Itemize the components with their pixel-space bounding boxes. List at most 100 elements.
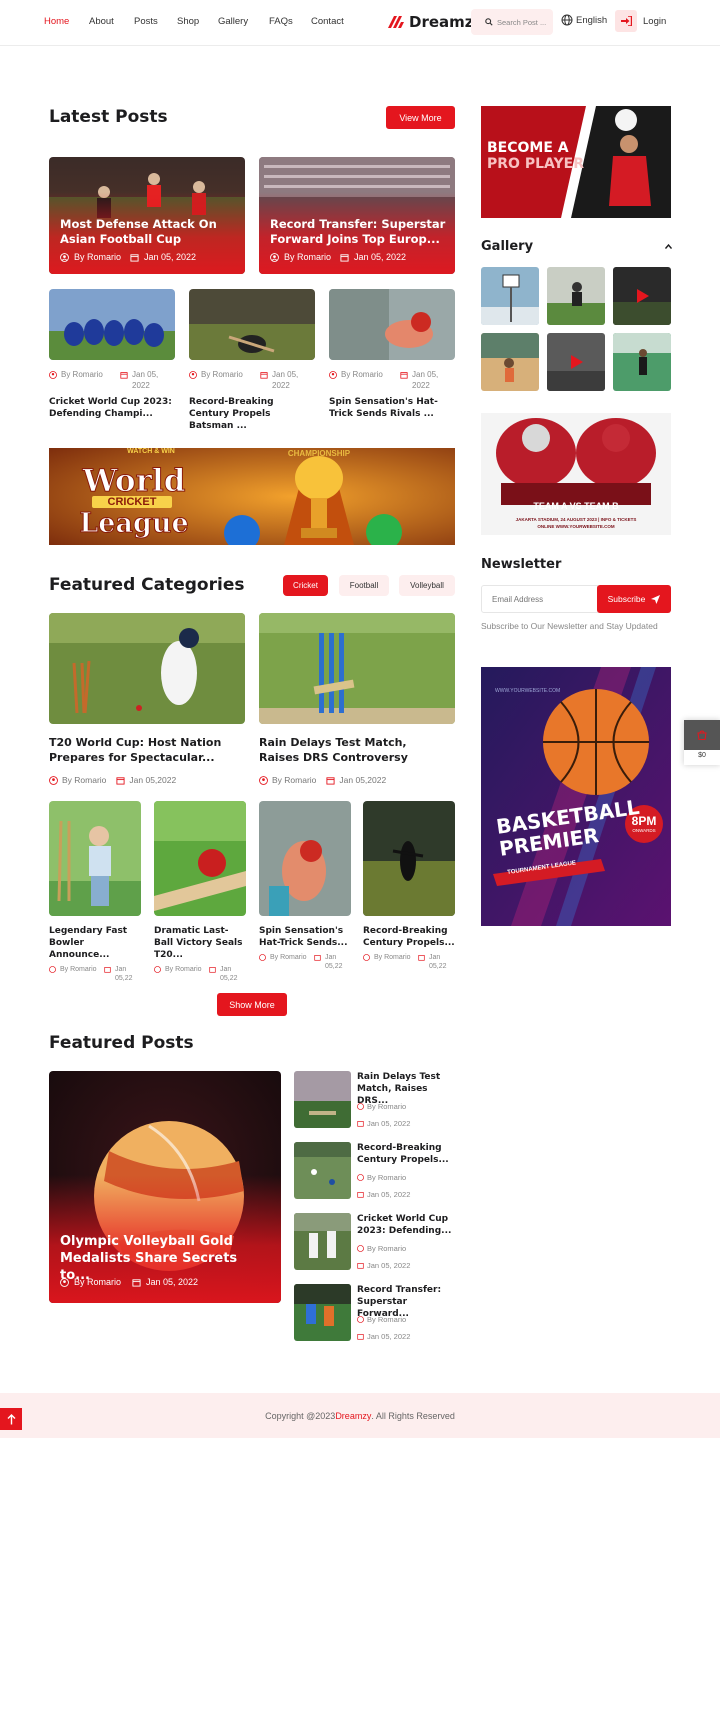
- latest-post-card-2[interactable]: Record Transfer: Superstar Forward Joins…: [259, 157, 455, 274]
- category-post-title[interactable]: Spin Sensation's Hat-Trick Sends...: [259, 925, 351, 949]
- latest-small-card-1[interactable]: By Romario Jan 05, 2022 Cricket World Cu…: [49, 289, 175, 420]
- cricketers-thumb: [294, 1213, 351, 1270]
- category-small-card-1[interactable]: Legendary Fast Bowler Announce... By Rom…: [49, 801, 141, 983]
- team-huddle-image: [49, 289, 175, 360]
- post-meta: By Romario Jan 05, 2022: [189, 369, 315, 391]
- latest-small-card-3[interactable]: By Romario Jan 05, 2022 Spin Sensation's…: [329, 289, 455, 420]
- banner-world-text: World: [82, 463, 186, 499]
- view-more-button[interactable]: View More: [386, 106, 455, 129]
- gallery-image-1[interactable]: [481, 267, 539, 325]
- gallery-video-2[interactable]: [547, 333, 605, 391]
- language-label: English: [576, 14, 608, 26]
- gallery-image-4[interactable]: [613, 333, 671, 391]
- nav-faqs[interactable]: FAQs: [269, 16, 293, 27]
- category-post-title[interactable]: Legendary Fast Bowler Announce...: [49, 925, 141, 961]
- basketball-premier-ad[interactable]: WWW.YOURWEBSITE.COM BASKETBALL PREMIER T…: [481, 667, 671, 926]
- subscribe-button[interactable]: Subscribe: [597, 585, 671, 613]
- featured-list-title[interactable]: Cricket World Cup 2023: Defending...: [357, 1213, 455, 1237]
- show-more-button[interactable]: Show More: [217, 993, 287, 1016]
- tab-volleyball[interactable]: Volleyball: [399, 575, 455, 596]
- language-selector[interactable]: English: [561, 14, 607, 26]
- category-small-card-4[interactable]: Record-Breaking Century Propels... By Ro…: [363, 801, 455, 971]
- featured-list-item-3[interactable]: Cricket World Cup 2023: Defending... By …: [294, 1213, 456, 1273]
- post-author: By Romario: [367, 1315, 407, 1324]
- ad-onwards-text: ONWARDS: [632, 828, 656, 833]
- post-title[interactable]: Record-Breaking Century Propels Batsman …: [189, 396, 315, 432]
- back-to-top-button[interactable]: [0, 1408, 22, 1430]
- latest-post-meta: By Romario Jan 05, 2022: [270, 252, 406, 262]
- category-small-card-3[interactable]: Spin Sensation's Hat-Trick Sends... By R…: [259, 801, 351, 971]
- category-post-title[interactable]: Dramatic Last-Ball Victory Seals T20...: [154, 925, 246, 961]
- calendar-icon: [357, 1192, 364, 1198]
- latest-post-title[interactable]: Record Transfer: Superstar Forward Joins…: [270, 217, 450, 246]
- user-icon: [49, 371, 57, 379]
- copyright-prefix: Copyright @2023: [265, 1410, 336, 1421]
- featured-list-item-2[interactable]: Record-Breaking Century Propels... By Ro…: [294, 1142, 456, 1202]
- gallery-image-3[interactable]: [481, 333, 539, 391]
- chevron-up-icon[interactable]: [665, 244, 672, 249]
- featured-categories-title: Featured Categories: [49, 575, 245, 595]
- featured-list-item-4[interactable]: Record Transfer: Superstar Forward... By…: [294, 1284, 456, 1344]
- user-icon: [60, 252, 69, 262]
- category-card-2[interactable]: Rain Delays Test Match, Raises DRS Contr…: [259, 613, 455, 785]
- post-author: By Romario: [74, 1277, 122, 1287]
- category-small-card-2[interactable]: Dramatic Last-Ball Victory Seals T20... …: [154, 801, 246, 983]
- tab-cricket[interactable]: Cricket: [283, 575, 328, 596]
- category-post-title[interactable]: Record-Breaking Century Propels...: [363, 925, 455, 949]
- calendar-icon: [400, 372, 408, 379]
- post-meta: By Romario Jan 05,2022: [49, 775, 245, 785]
- post-author: By Romario: [374, 954, 411, 961]
- post-date: Jan 05,2022: [339, 775, 387, 785]
- calendar-icon: [418, 955, 425, 961]
- category-card-1[interactable]: T20 World Cup: Host Nation Prepares for …: [49, 613, 245, 785]
- login-icon-button[interactable]: [615, 10, 637, 32]
- banner-cricket-text: CRICKET: [92, 496, 172, 508]
- post-date: Jan 05,22: [429, 954, 447, 970]
- search-box[interactable]: Search Post ...: [471, 9, 553, 35]
- category-post-title[interactable]: T20 World Cup: Host Nation Prepares for …: [49, 735, 239, 765]
- latest-posts-title: Latest Posts: [49, 107, 168, 127]
- pro-player-ad[interactable]: BECOME A PRO PLAYER: [481, 106, 671, 218]
- gallery-image-2[interactable]: [547, 267, 605, 325]
- tab-football[interactable]: Football: [339, 575, 389, 596]
- globe-icon: [561, 14, 573, 26]
- nav-gallery[interactable]: Gallery: [218, 16, 248, 27]
- ad-match-info: JAKARTA STADIUM, 24 AUGUST 2023 | INFO &…: [515, 517, 637, 522]
- latest-post-card-1[interactable]: Most Defense Attack On Asian Football Cu…: [49, 157, 245, 274]
- gallery-video-1[interactable]: [613, 267, 671, 325]
- featured-main-card[interactable]: Olympic Volleyball Gold Medalists Share …: [49, 1071, 281, 1303]
- post-author: By Romario: [62, 775, 107, 785]
- cricket-batsman-image: [49, 613, 245, 724]
- featured-list-title[interactable]: Record-Breaking Century Propels...: [357, 1142, 455, 1166]
- world-cricket-league-banner[interactable]: WATCH & WIN World CRICKET League CHAMPIO…: [49, 448, 455, 545]
- site-logo[interactable]: Dreamzy: [387, 12, 483, 32]
- post-date: Jan 05,22: [325, 954, 343, 970]
- featured-list-date: Jan 05, 2022: [357, 1261, 410, 1270]
- user-icon: [154, 966, 161, 973]
- nav-home[interactable]: Home: [44, 16, 69, 27]
- banner-champion-text: CHAMPIONSHIP: [287, 449, 351, 458]
- newsletter-email-input[interactable]: [481, 585, 598, 613]
- latest-post-title[interactable]: Most Defense Attack On Asian Football Cu…: [60, 217, 240, 246]
- post-meta: By Romario Jan 05,22: [259, 953, 351, 971]
- post-meta: By Romario Jan 05,22: [154, 965, 246, 983]
- nav-shop[interactable]: Shop: [177, 16, 199, 27]
- bag-icon: [697, 730, 707, 740]
- nav-contact[interactable]: Contact: [311, 16, 344, 27]
- footer-brand-link[interactable]: Dreamzy: [335, 1411, 371, 1421]
- post-title[interactable]: Cricket World Cup 2023: Defending Champi…: [49, 396, 175, 420]
- cart-widget[interactable]: $0: [684, 720, 720, 765]
- latest-small-card-2[interactable]: By Romario Jan 05, 2022 Record-Breaking …: [189, 289, 315, 432]
- featured-list-author: By Romario: [357, 1102, 406, 1111]
- search-icon: [485, 18, 493, 26]
- team-match-ad[interactable]: TEAM A VS TEAM B JAKARTA STADIUM, 24 AUG…: [481, 413, 671, 535]
- category-post-title[interactable]: Rain Delays Test Match, Raises DRS Contr…: [259, 735, 449, 765]
- post-title[interactable]: Spin Sensation's Hat-Trick Sends Rivals …: [329, 396, 455, 420]
- nav-about[interactable]: About: [89, 16, 114, 27]
- calendar-icon: [326, 776, 335, 785]
- nav-posts[interactable]: Posts: [134, 16, 158, 27]
- featured-list-item-1[interactable]: Rain Delays Test Match, Raises DRS... By…: [294, 1071, 456, 1131]
- login-link[interactable]: Login: [643, 16, 666, 27]
- featured-list-author: By Romario: [357, 1173, 406, 1182]
- copyright-suffix: . All Rights Reserved: [371, 1410, 455, 1421]
